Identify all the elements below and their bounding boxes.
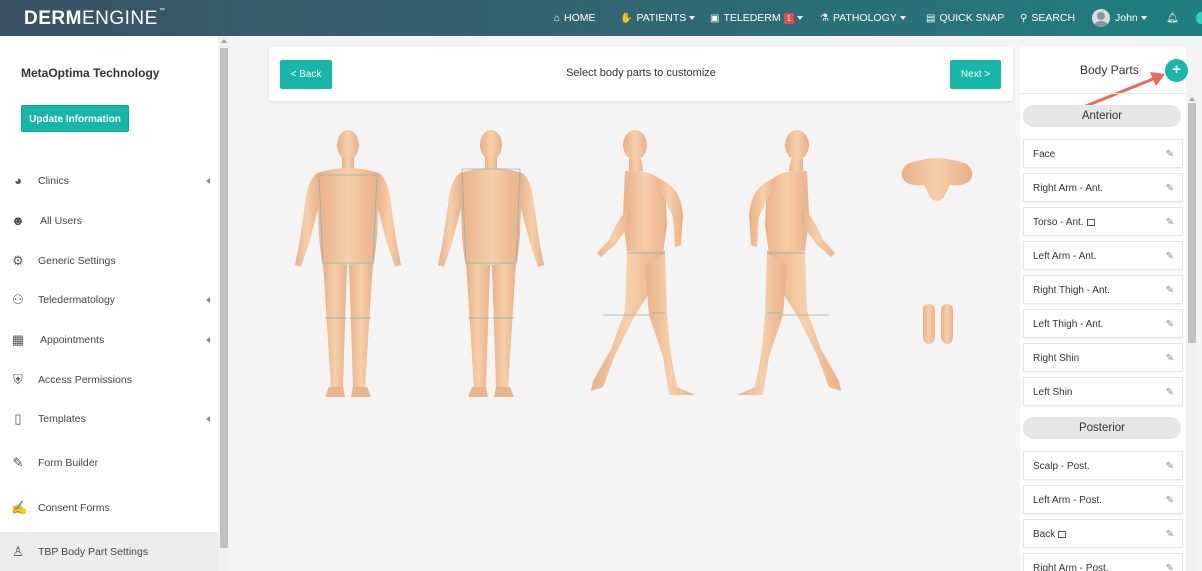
bell-icon: 🔔︎ xyxy=(1166,12,1179,24)
body-part-right-arm-ant[interactable]: Right Arm - Ant. ✎ xyxy=(1023,173,1183,202)
nav-pathology[interactable]: ⚗ PATHOLOGY xyxy=(820,0,906,36)
notification-badge: 1 xyxy=(783,12,795,24)
patients-icon: ✋ xyxy=(620,12,633,24)
search-icon: ⚲ xyxy=(1020,12,1028,24)
feet-soles[interactable] xyxy=(919,302,957,346)
nav-search[interactable]: ⚲ SEARCH xyxy=(1020,0,1075,36)
calendar-icon: ▦ xyxy=(11,332,25,347)
gear-icon: ⚙ xyxy=(12,253,24,268)
body-figure-icon: ♙ xyxy=(12,544,24,559)
chevron-left-icon xyxy=(206,416,210,422)
head-top-view[interactable] xyxy=(898,155,976,205)
body-part-left-thigh-ant[interactable]: Left Thigh - Ant. ✎ xyxy=(1023,309,1183,338)
pencil-icon[interactable]: ✎ xyxy=(1166,183,1174,194)
microscope-icon: ⚗ xyxy=(820,12,829,24)
chevron-down-icon xyxy=(899,16,906,20)
sidebar-item-tbp-body-part-settings[interactable]: ♙ TBP Body Part Settings xyxy=(0,532,218,571)
nav-quick-snap[interactable]: ▤ QUICK SNAP xyxy=(926,0,1004,36)
chevron-left-icon xyxy=(206,178,210,184)
body-figure-front[interactable] xyxy=(285,125,411,400)
pencil-icon[interactable]: ✎ xyxy=(1166,495,1174,506)
nav-telederm[interactable]: ▣ TELEDERM 1 xyxy=(710,0,804,36)
posterior-section-header: Posterior xyxy=(1023,417,1181,439)
document-icon: ▯ xyxy=(14,411,22,426)
pencil-icon[interactable]: ✎ xyxy=(1166,217,1174,228)
consent-icon: ✍ xyxy=(11,500,28,515)
body-part-scalp-post[interactable]: Scalp - Post. ✎ xyxy=(1023,451,1183,480)
pencil-icon[interactable]: ✎ xyxy=(1166,461,1174,472)
chevron-left-icon xyxy=(206,337,210,343)
user-menu[interactable]: John xyxy=(1092,0,1147,36)
body-figure-side-right[interactable] xyxy=(735,125,847,400)
sidebar-item-templates[interactable]: ▯ Templates xyxy=(0,399,218,439)
notifications-bell[interactable]: 🔔︎ xyxy=(1166,0,1183,36)
image-icon xyxy=(1086,219,1095,226)
pie-chart-icon: ◕ xyxy=(14,173,22,188)
body-figure-side-left[interactable] xyxy=(585,125,695,400)
sidebar-item-clinics[interactable]: ◕ Clinics xyxy=(0,161,218,201)
page-title: Select body parts to customize xyxy=(566,67,716,79)
sidebar-item-all-users[interactable]: ☻ All Users xyxy=(0,201,218,241)
sidebar-scrollbar-thumb[interactable] xyxy=(220,48,228,548)
pencil-icon[interactable]: ✎ xyxy=(1166,529,1174,540)
company-name: MetaOptima Technology xyxy=(21,66,160,80)
pencil-icon[interactable]: ✎ xyxy=(1166,563,1174,571)
pencil-icon[interactable]: ✎ xyxy=(1166,387,1174,398)
chevron-down-icon xyxy=(1140,16,1147,20)
sidebar-item-generic-settings[interactable]: ⚙ Generic Settings xyxy=(0,241,218,281)
body-part-torso-ant[interactable]: Torso - Ant. ✎ xyxy=(1023,207,1183,236)
telederm-icon: ▣ xyxy=(710,12,720,24)
top-navigation-bar: DERMENGINE™ ⌂ HOME ✋ PATIENTS ▣ TELEDERM 1 ⚗… xyxy=(0,0,1202,36)
camera-icon: ▤ xyxy=(926,12,936,24)
teledermatology-icon: ⚇ xyxy=(12,292,24,307)
body-part-left-arm-post[interactable]: Left Arm - Post. ✎ xyxy=(1023,485,1183,514)
body-part-left-shin[interactable]: Left Shin ✎ xyxy=(1023,377,1183,406)
avatar xyxy=(1092,9,1110,27)
divider xyxy=(1020,93,1186,94)
nav-patients[interactable]: ✋ PATIENTS xyxy=(620,0,696,36)
chevron-down-icon xyxy=(689,16,696,20)
pencil-icon[interactable]: ✎ xyxy=(1166,319,1174,330)
body-part-right-shin[interactable]: Right Shin ✎ xyxy=(1023,343,1183,372)
users-icon: ☻ xyxy=(11,213,25,228)
sidebar-item-form-builder[interactable]: ✎ Form Builder xyxy=(0,443,218,483)
update-information-button[interactable]: Update Information xyxy=(21,105,129,132)
next-button[interactable]: Next > xyxy=(950,60,1001,89)
form-edit-icon: ✎ xyxy=(12,455,24,470)
body-part-face[interactable]: Face ✎ xyxy=(1023,139,1183,168)
chevron-down-icon xyxy=(797,16,804,20)
body-part-right-arm-post[interactable]: Right Arm - Post. ✎ xyxy=(1023,553,1183,571)
sidebar-item-teledermatology[interactable]: ⚇ Teledermatology xyxy=(0,280,218,320)
body-figure-back[interactable] xyxy=(428,125,554,400)
pencil-icon[interactable]: ✎ xyxy=(1166,353,1174,364)
dermengine-logo[interactable]: DERMENGINE™ xyxy=(24,8,165,30)
settings-sidebar: MetaOptima Technology Update Information… xyxy=(0,36,218,571)
sidebar-item-appointments[interactable]: ▦ Appointments xyxy=(0,320,218,360)
body-parts-scrollbar-thumb[interactable] xyxy=(1188,103,1196,343)
sidebar-item-access-permissions[interactable]: ⛨ Access Permissions xyxy=(0,360,218,400)
pencil-icon[interactable]: ✎ xyxy=(1166,285,1174,296)
scroll-up-arrow-icon[interactable] xyxy=(1189,97,1195,101)
pencil-icon[interactable]: ✎ xyxy=(1166,251,1174,262)
sidebar-item-consent-forms[interactable]: ✍ Consent Forms xyxy=(0,488,218,528)
body-part-left-arm-ant[interactable]: Left Arm - Ant. ✎ xyxy=(1023,241,1183,270)
pencil-icon[interactable]: ✎ xyxy=(1166,149,1174,160)
image-icon xyxy=(1058,531,1067,538)
home-icon: ⌂ xyxy=(554,12,561,24)
body-part-right-thigh-ant[interactable]: Right Thigh - Ant. ✎ xyxy=(1023,275,1183,304)
body-part-back[interactable]: Back ✎ xyxy=(1023,519,1183,548)
status-indicator xyxy=(1196,12,1202,24)
anterior-section-header: Anterior xyxy=(1023,105,1181,127)
shield-lock-icon: ⛨ xyxy=(13,372,23,387)
nav-home[interactable]: ⌂ HOME xyxy=(554,0,596,36)
chevron-left-icon xyxy=(206,297,210,303)
body-part-selection-header: < Back Select body parts to customize Ne… xyxy=(269,47,1013,101)
scroll-up-arrow-icon[interactable] xyxy=(221,39,227,43)
